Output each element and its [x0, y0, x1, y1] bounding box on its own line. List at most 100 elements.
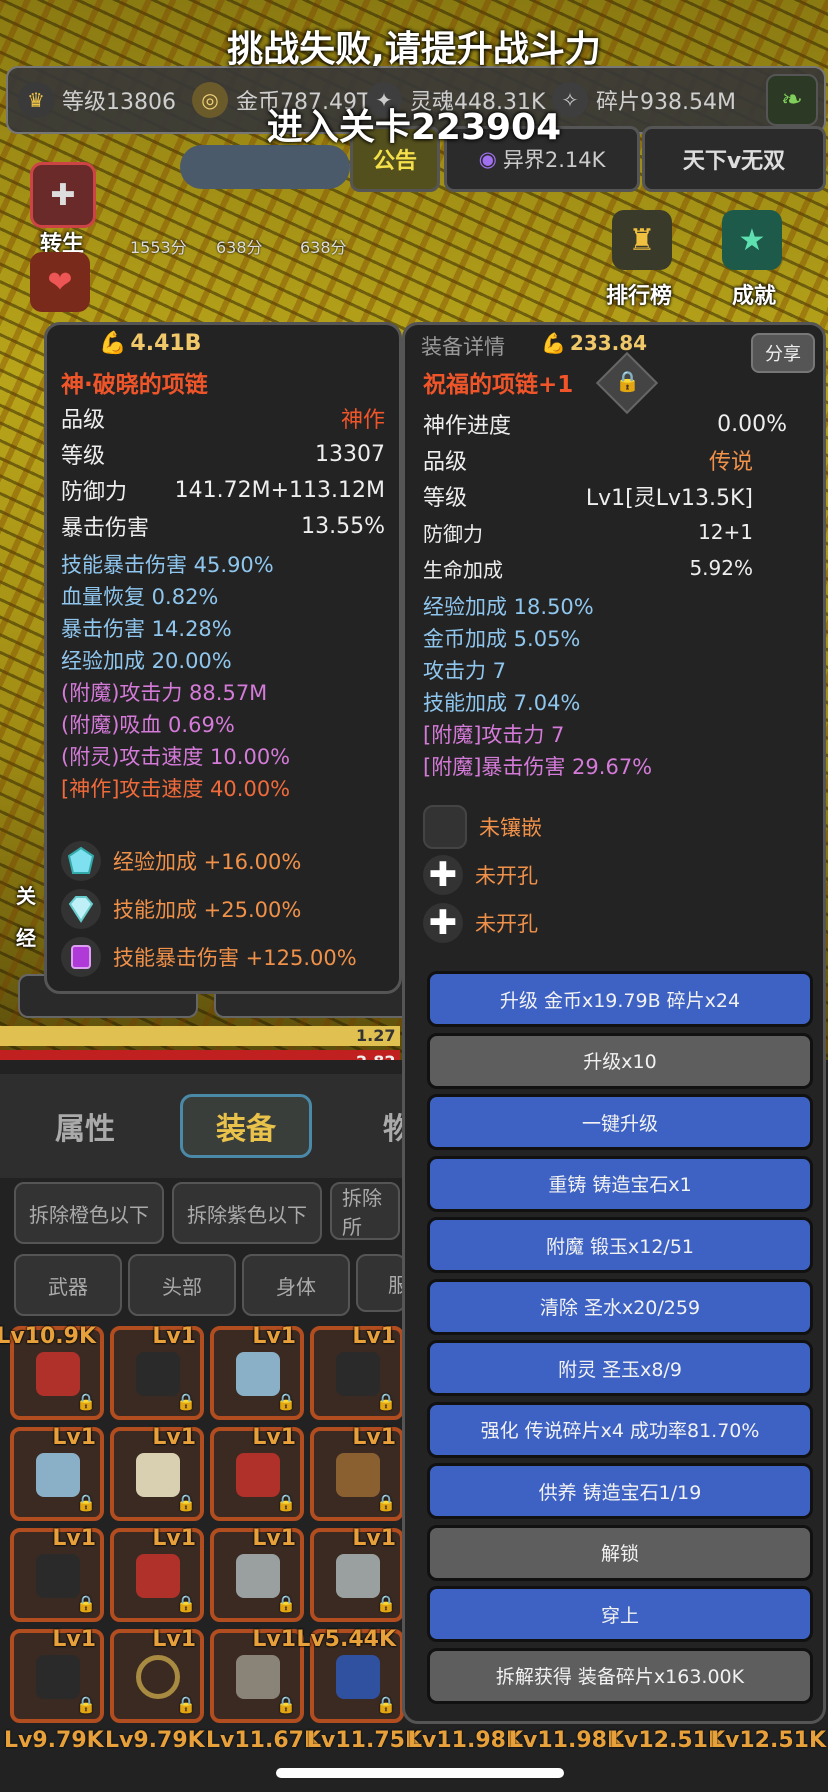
lock-icon: 🔒 — [276, 1594, 296, 1613]
helmet-icon — [236, 1554, 280, 1598]
item-attribute: 攻击力 7 — [423, 659, 507, 683]
equipment-slot[interactable]: Lv1 🔒 — [10, 1627, 104, 1723]
bottom-slot-level[interactable]: Lv11.98K — [509, 1728, 624, 1753]
socket-row[interactable]: ✚ 未开孔 — [423, 901, 538, 945]
lock-icon: 🔒 — [176, 1392, 196, 1411]
score-label: 638分 — [300, 238, 347, 257]
socket-row[interactable]: 未镶嵌 — [423, 805, 542, 849]
action-button[interactable]: 附灵 圣玉x8/9 — [427, 1340, 813, 1396]
panel-header: 装备详情 — [421, 335, 505, 359]
plus-icon: ✚ — [423, 855, 463, 895]
equipment-slot[interactable]: Lv1 🔒 — [310, 1324, 404, 1420]
gem-label: 经验加成 +16.00% — [113, 850, 302, 874]
action-button[interactable]: 拆解获得 装备碎片x163.00K — [427, 1647, 813, 1704]
home-indicator[interactable] — [276, 1768, 564, 1778]
defense-label: 防御力 — [61, 480, 128, 505]
lock-icon: 🔒 — [376, 1695, 396, 1714]
bottom-slot-level[interactable]: Lv11.75K — [307, 1728, 422, 1753]
progress-label: 神作进度 — [423, 414, 512, 439]
level-row: 等级 13307 — [61, 437, 385, 471]
category-legs[interactable]: 服 — [356, 1254, 406, 1312]
cape-icon — [36, 1554, 80, 1598]
equipment-slot[interactable]: Lv1 🔒 — [110, 1425, 204, 1521]
blood-icon[interactable]: ❤ — [30, 252, 90, 312]
equipment-slot[interactable]: Lv1 🔒 — [210, 1324, 304, 1420]
rebirth-icon[interactable]: ✚ — [30, 162, 96, 228]
dismantle-all-button[interactable]: 拆除所 — [330, 1182, 400, 1240]
equipment-slot[interactable]: Lv1 🔒 — [310, 1425, 404, 1521]
item-attribute: 经验加成 18.50% — [423, 595, 594, 619]
bottom-slot-level[interactable]: Lv12.51K — [711, 1728, 826, 1753]
gem-label: 技能加成 +25.00% — [113, 898, 302, 922]
level-row: 等级 Lv1[灵Lv13.5K] — [423, 479, 753, 513]
bottom-slot-level[interactable]: Lv9.79K — [4, 1728, 104, 1753]
action-button[interactable]: 升级 金币x19.79B 碎片x24 — [427, 971, 813, 1027]
progress-value: 0.00% — [717, 411, 787, 437]
socket-label: 未镶嵌 — [479, 816, 542, 840]
item-attribute: (附魔)吸血 0.69% — [61, 713, 235, 737]
action-button[interactable]: 解锁 — [427, 1524, 813, 1581]
hat-icon — [136, 1453, 180, 1497]
defense-row: 防御力 141.72M+113.12M — [61, 473, 385, 507]
category-head[interactable]: 头部 — [128, 1254, 236, 1316]
category-body[interactable]: 身体 — [242, 1254, 350, 1316]
equipment-slot[interactable]: Lv1 🔒 — [210, 1526, 304, 1622]
crit-value: 13.55% — [301, 513, 385, 539]
equipment-slot[interactable]: Lv1 🔒 — [310, 1526, 404, 1622]
equipment-slot[interactable]: Lv1 🔒 — [10, 1425, 104, 1521]
lock-icon: 🔒 — [176, 1695, 196, 1714]
trophy-icon[interactable]: ♜ — [612, 210, 672, 270]
tab-equipment[interactable]: 装备 — [180, 1094, 312, 1158]
action-button[interactable]: 穿上 — [427, 1586, 813, 1642]
bottom-slot-level[interactable]: Lv11.98K — [408, 1728, 523, 1753]
quality-label: 品级 — [423, 450, 468, 475]
action-button[interactable]: 重铸 铸造宝石x1 — [427, 1155, 813, 1212]
action-button[interactable]: 供养 铸造宝石1/19 — [427, 1463, 813, 1519]
equipment-slot[interactable]: Lv1 🔒 — [210, 1627, 304, 1723]
action-button[interactable]: 升级x10 — [427, 1032, 813, 1089]
equipment-slot[interactable]: Lv1 🔒 — [210, 1425, 304, 1521]
equipment-slot[interactable]: Lv1 🔒 — [110, 1324, 204, 1420]
gem-row: 技能暴击伤害 +125.00% — [61, 935, 357, 979]
dismantle-purple-label: 拆除紫色以下 — [187, 1202, 307, 1227]
tab-bar: 属性 装备 物 — [0, 1074, 420, 1178]
score-label: 638分 — [216, 238, 263, 257]
equipment-slot[interactable]: Lv10.9K 🔒 — [0, 1324, 104, 1420]
exp-bar-value: 1.27 — [356, 1026, 396, 1045]
action-button[interactable]: 附魔 锻玉x12/51 — [427, 1217, 813, 1273]
lock-icon: 🔒 — [376, 1392, 396, 1411]
star-icon[interactable]: ★ — [722, 210, 782, 270]
portal-icon: ◉ — [478, 147, 497, 171]
equipment-slot[interactable]: Lv5.44K 🔒 — [296, 1627, 404, 1723]
lock-icon: 🔒 — [76, 1392, 96, 1411]
bottom-slot-level[interactable]: Lv9.79K — [105, 1728, 205, 1753]
category-head-label: 头部 — [162, 1274, 202, 1299]
dismantle-purple-button[interactable]: 拆除紫色以下 — [172, 1182, 322, 1244]
action-button-label: 附灵 圣玉x8/9 — [558, 1358, 682, 1381]
hidden-label: 经 — [16, 926, 36, 950]
action-button[interactable]: 强化 传说碎片x4 成功率81.70% — [427, 1401, 813, 1458]
socket-row[interactable]: ✚ 未开孔 — [423, 853, 538, 897]
lock-icon: 🔒 — [276, 1493, 296, 1512]
action-button[interactable]: 清除 圣水x20/259 — [427, 1278, 813, 1335]
gem-row: 技能加成 +25.00% — [61, 887, 301, 931]
power-value: 4.41B — [130, 331, 202, 356]
diamond-icon — [61, 841, 101, 881]
defense-label: 防御力 — [423, 521, 483, 546]
quality-value: 传说 — [708, 450, 753, 475]
item-attribute: 暴击伤害 14.28% — [61, 617, 232, 641]
tab-attributes[interactable]: 属性 — [40, 1094, 130, 1158]
slot-level: Lv5.44K — [296, 1627, 396, 1652]
dismantle-orange-button[interactable]: 拆除橙色以下 — [14, 1182, 164, 1244]
equipment-slot[interactable]: Lv1 🔒 — [110, 1627, 204, 1723]
action-button[interactable]: 一键升级 — [427, 1094, 813, 1150]
bottom-slot-level[interactable]: Lv11.67K — [206, 1728, 321, 1753]
helmet-icon — [336, 1554, 380, 1598]
bottom-slot-level[interactable]: Lv12.51K — [610, 1728, 725, 1753]
crit-label: 暴击伤害 — [61, 516, 150, 541]
equipment-slot[interactable]: Lv1 🔒 — [10, 1526, 104, 1622]
slot-level: Lv1 — [252, 1324, 296, 1349]
equipment-slot[interactable]: Lv1 🔒 — [110, 1526, 204, 1622]
share-button[interactable]: 分享 — [751, 333, 815, 373]
category-weapon[interactable]: 武器 — [14, 1254, 122, 1316]
